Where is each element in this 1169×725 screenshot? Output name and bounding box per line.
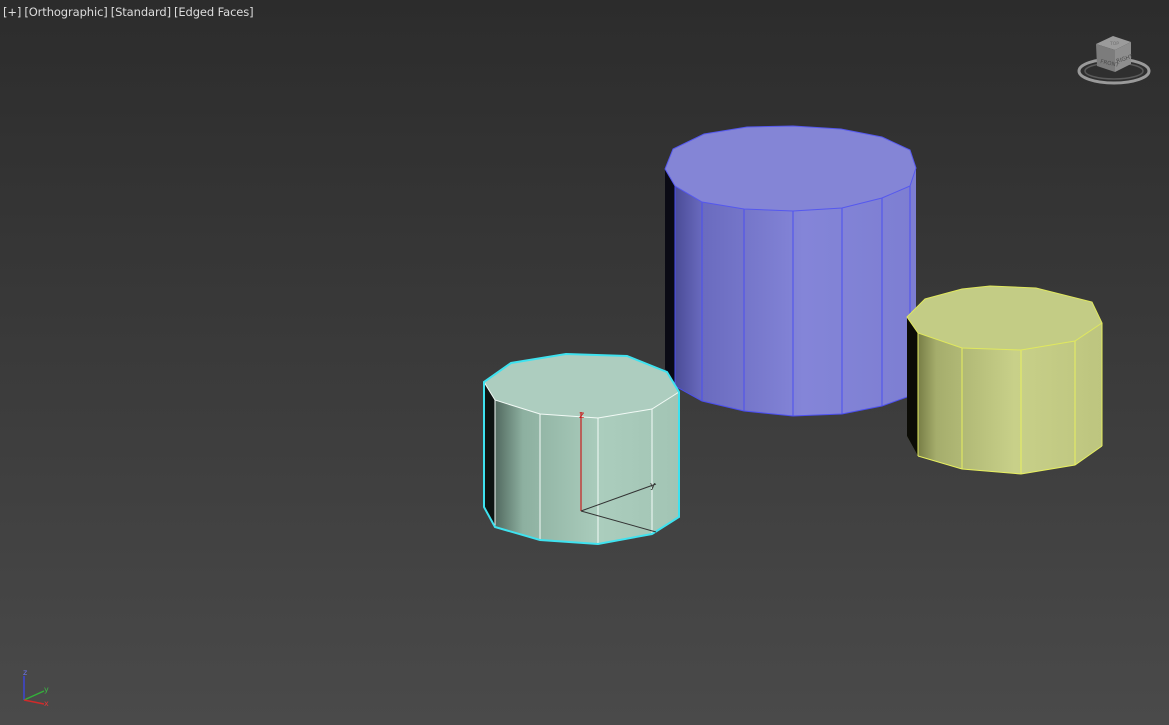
axis-x-label: x <box>44 699 49 708</box>
axis-y-label: y <box>44 685 49 694</box>
cylinder-blue-top <box>664 125 917 212</box>
world-axis-tripod: z y x <box>14 664 58 708</box>
scene-canvas[interactable]: z y <box>0 0 1169 725</box>
cylinder-yellow[interactable] <box>906 285 1103 475</box>
axis-z-label: z <box>23 668 27 677</box>
viewcube-icon[interactable]: FRONT RIGHT TOP <box>1075 30 1155 92</box>
cylinder-mint-shadow-face <box>484 382 495 527</box>
gizmo-z-label: z <box>579 410 584 421</box>
viewport-perspective[interactable]: [+] [Orthographic] [Standard] [Edged Faces] <box>0 0 1169 725</box>
viewcube[interactable]: FRONT RIGHT TOP <box>1075 30 1155 92</box>
cylinder-mint[interactable]: z y <box>483 352 680 546</box>
gizmo-y-label: y <box>650 481 656 491</box>
viewcube-top-label: TOP <box>1109 41 1119 47</box>
cylinder-yellow-shadow-face <box>907 317 918 456</box>
axis-tripod-icon: z y x <box>23 668 49 708</box>
cylinder-blue[interactable] <box>664 125 917 417</box>
cylinder-blue-shadow-face <box>665 169 675 386</box>
